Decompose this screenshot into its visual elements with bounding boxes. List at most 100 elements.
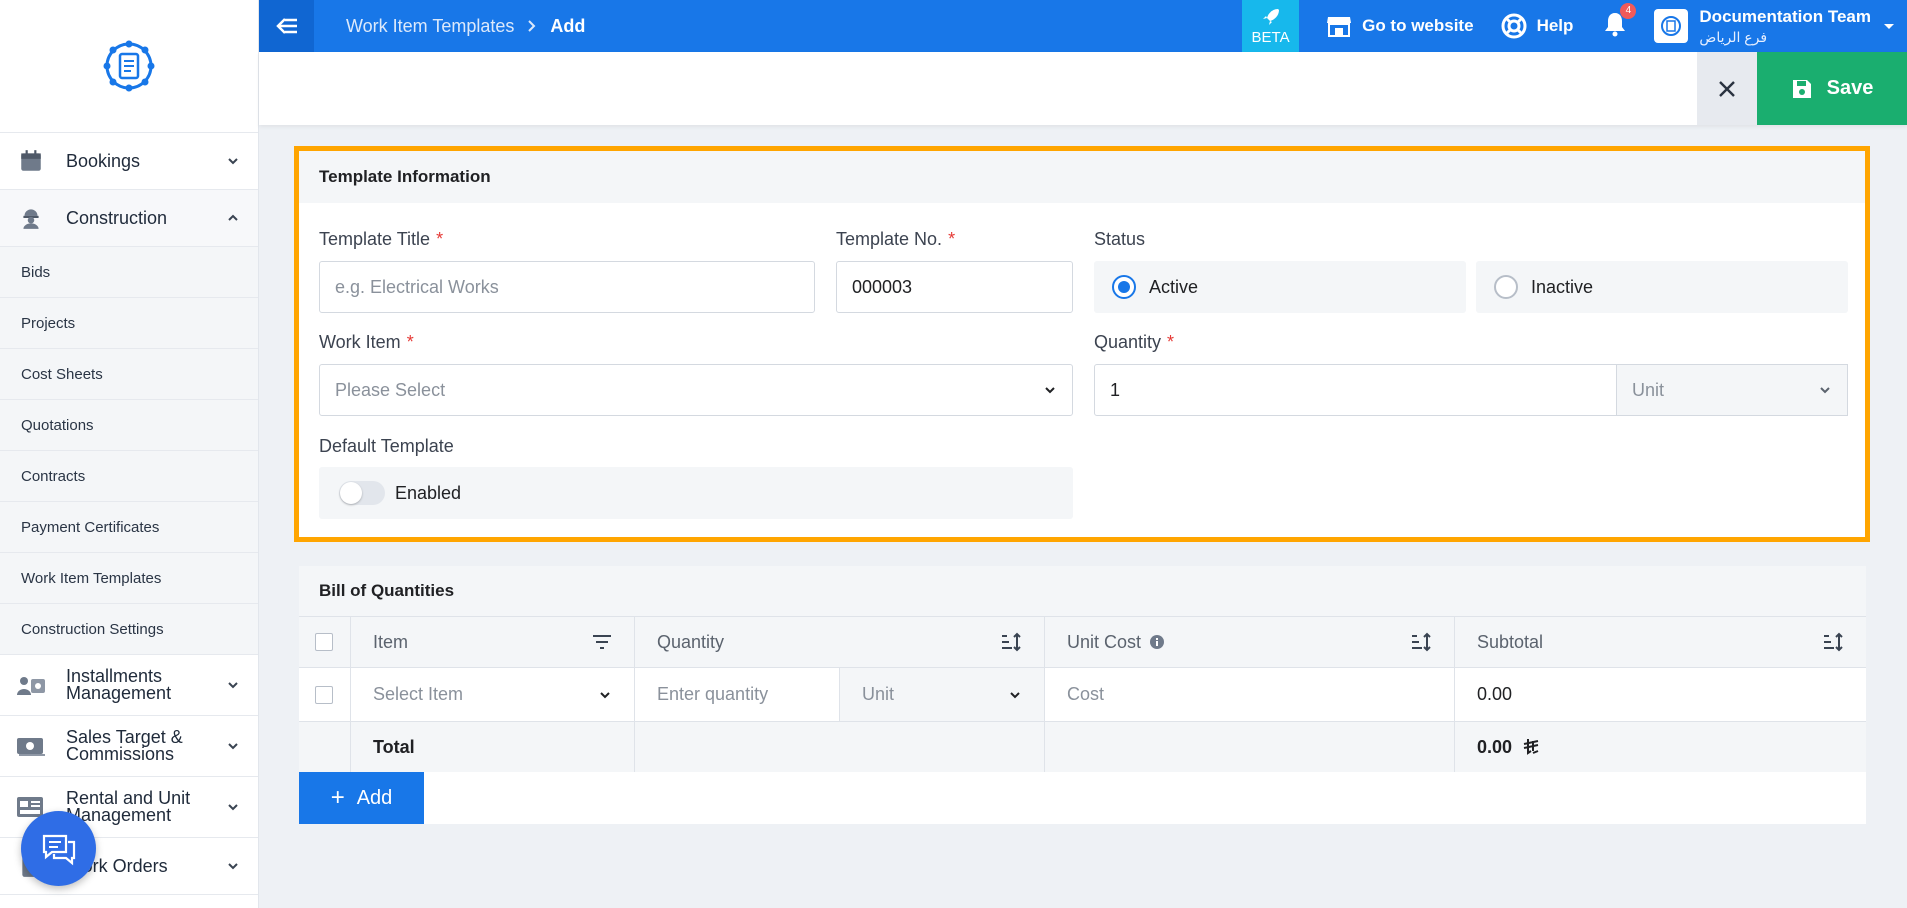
- radio-unchecked-icon: [1494, 275, 1518, 299]
- label-text: Status: [1094, 229, 1146, 249]
- default-template-label: Default Template: [319, 436, 454, 457]
- store-icon: [1327, 17, 1352, 37]
- template-information-heading: Template Information: [299, 151, 1865, 203]
- sidebar-group-sales[interactable]: Sales Target & Commissions: [0, 716, 258, 777]
- unit-select[interactable]: Unit: [840, 668, 1045, 721]
- input-placeholder: Enter quantity: [657, 684, 769, 704]
- installments-icon: [16, 670, 46, 700]
- chevron-down-icon: [224, 152, 242, 170]
- row-checkbox[interactable]: [315, 685, 333, 704]
- sidebar-item-cost-sheets[interactable]: Cost Sheets: [0, 349, 258, 400]
- select-value: Please Select: [335, 379, 446, 400]
- account-menu[interactable]: Documentation Team فرع الرياض: [1654, 7, 1895, 46]
- company-logo-icon: [1661, 16, 1682, 36]
- chevron-up-icon: [224, 209, 242, 227]
- sort-icon[interactable]: [1000, 632, 1022, 652]
- back-button[interactable]: [259, 0, 314, 52]
- quantity-label: Quantity *: [1094, 332, 1174, 353]
- help-link[interactable]: Help: [1501, 13, 1573, 39]
- sidebar-item-payment-certificates[interactable]: Payment Certificates: [0, 502, 258, 553]
- select-all-checkbox[interactable]: [315, 633, 333, 651]
- sort-icon[interactable]: [1410, 632, 1432, 652]
- save-button[interactable]: Save: [1757, 52, 1907, 125]
- arrow-left-icon: [275, 18, 297, 34]
- beta-button[interactable]: BETA: [1242, 0, 1300, 52]
- table-row: Select Item Enter quantity Unit Cost 0.0…: [299, 667, 1866, 721]
- sidebar-group-label: Bookings: [66, 150, 141, 171]
- sidebar-item-work-item-templates[interactable]: Work Item Templates: [0, 553, 258, 604]
- notification-badge: 4: [1620, 2, 1637, 19]
- quantity-input[interactable]: 1: [1094, 364, 1617, 416]
- sidebar-group-construction[interactable]: Construction: [0, 190, 258, 247]
- company-logo-icon: [103, 40, 155, 92]
- sidebar-item-projects[interactable]: Projects: [0, 298, 258, 349]
- template-title-label: Template Title *: [319, 229, 443, 250]
- table-header-row: Item Quantity Unit Cost Subtotal: [299, 616, 1866, 667]
- top-bar: Work Item Templates Add BETA Go to websi…: [259, 0, 1907, 52]
- breadcrumb-current: Add: [550, 15, 586, 36]
- template-number-input[interactable]: 000003: [836, 261, 1073, 313]
- total-label: Total: [351, 722, 635, 772]
- chevron-down-icon: [1008, 688, 1022, 702]
- column-header-quantity[interactable]: Quantity: [635, 617, 1045, 667]
- account-name: Documentation Team: [1699, 6, 1871, 26]
- total-cell: 0.00: [1455, 722, 1866, 772]
- label-text: Work Item: [319, 332, 401, 352]
- status-inactive-radio[interactable]: Inactive: [1476, 261, 1848, 313]
- item-select[interactable]: Select Item: [351, 668, 635, 721]
- empty-cell: [1045, 722, 1455, 772]
- sidebar-group-label: Installments Management: [66, 666, 172, 703]
- radio-label: Inactive: [1531, 276, 1594, 297]
- logo[interactable]: [0, 0, 258, 133]
- action-bar: Save: [259, 52, 1907, 125]
- sort-icon[interactable]: [1822, 632, 1844, 652]
- close-icon: [1719, 80, 1735, 97]
- column-header-unit-cost[interactable]: Unit Cost: [1045, 617, 1455, 667]
- column-header-item[interactable]: Item: [351, 617, 635, 667]
- go-to-website-link[interactable]: Go to website: [1326, 14, 1474, 38]
- notifications-button[interactable]: 4: [1603, 2, 1637, 42]
- add-row-button[interactable]: + Add: [299, 772, 424, 824]
- chat-button[interactable]: [21, 811, 96, 886]
- breadcrumb-parent[interactable]: Work Item Templates: [346, 16, 514, 37]
- select-value: Unit: [1632, 379, 1665, 400]
- label-text: Quantity: [1094, 332, 1162, 352]
- chevron-down-icon: [1818, 383, 1832, 397]
- unit-select[interactable]: Unit: [1617, 364, 1848, 416]
- sidebar-group-installments[interactable]: Installments Management: [0, 655, 258, 716]
- sidebar: Bookings Construction Bids Projects Cost…: [0, 0, 259, 908]
- sidebar-item-contracts[interactable]: Contracts: [0, 451, 258, 502]
- template-title-input[interactable]: e.g. Electrical Works: [319, 261, 815, 313]
- chevron-down-icon: [1043, 383, 1057, 397]
- work-item-select[interactable]: Please Select: [319, 364, 1073, 416]
- toggle-label: Enabled: [395, 482, 462, 503]
- column-label: Item: [373, 631, 409, 652]
- filter-icon[interactable]: [592, 634, 612, 650]
- quantity-input[interactable]: Enter quantity: [635, 668, 840, 721]
- status-label: Status: [1094, 229, 1145, 250]
- status-active-radio[interactable]: Active: [1094, 261, 1466, 313]
- label-text: Template Title: [319, 229, 431, 249]
- bill-of-quantities-heading: Bill of Quantities: [299, 566, 1866, 616]
- sidebar-item-quotations[interactable]: Quotations: [0, 400, 258, 451]
- empty-cell: [299, 722, 351, 772]
- label-text: Template No.: [836, 229, 943, 249]
- required-asterisk: *: [948, 229, 956, 249]
- sidebar-item-bids[interactable]: Bids: [0, 247, 258, 298]
- column-header-subtotal[interactable]: Subtotal: [1455, 617, 1866, 667]
- construction-submenu: Bids Projects Cost Sheets Quotations Con…: [0, 247, 258, 655]
- cost-input[interactable]: Cost: [1045, 668, 1455, 721]
- radio-label: Active: [1149, 276, 1199, 297]
- breadcrumb: Work Item Templates Add: [346, 16, 585, 37]
- chevron-down-icon: [224, 798, 242, 816]
- work-item-label: Work Item *: [319, 332, 414, 353]
- info-icon[interactable]: [1149, 634, 1165, 650]
- close-button[interactable]: [1697, 52, 1757, 125]
- default-template-toggle[interactable]: [339, 481, 385, 505]
- total-row: Total 0.00: [299, 721, 1866, 772]
- sidebar-group-bookings[interactable]: Bookings: [0, 133, 258, 190]
- top-bar-actions: BETA Go to website Help 4 Documentation …: [1242, 0, 1907, 52]
- radio-checked-icon: [1112, 275, 1136, 299]
- default-template-field: Enabled: [319, 467, 1073, 519]
- sidebar-item-construction-settings[interactable]: Construction Settings: [0, 604, 258, 655]
